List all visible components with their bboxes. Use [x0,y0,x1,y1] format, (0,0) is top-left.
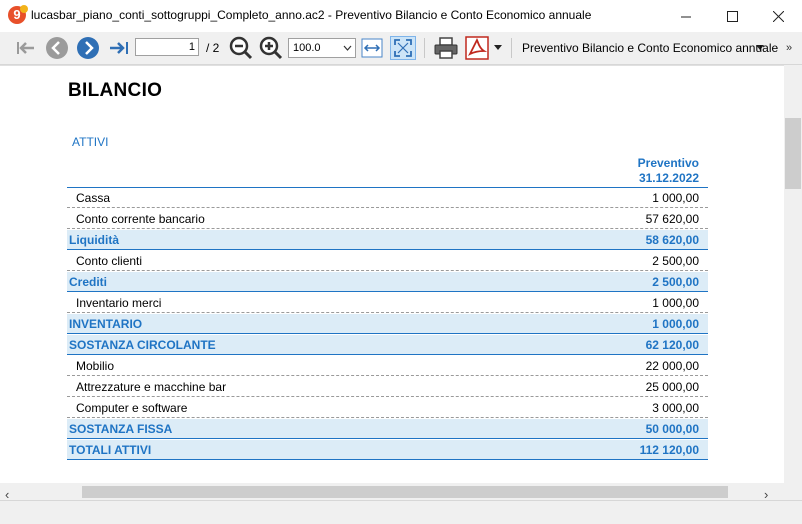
first-page-icon[interactable] [15,36,37,60]
report-selector[interactable]: Preventivo Bilancio e Conto Economico an… [522,41,778,55]
row-value: 1 000,00 [652,190,699,205]
zoom-in-icon[interactable] [258,36,284,60]
column-header: Preventivo 31.12.2022 [560,156,699,186]
row-label: SOSTANZA FISSA [69,421,173,436]
row-label: Conto clienti [76,253,143,268]
row-label: Cassa [76,190,111,205]
row-value: 57 620,00 [645,211,699,226]
minimize-button[interactable] [663,0,709,32]
export-dropdown-icon[interactable] [493,36,503,60]
chevron-down-icon [343,39,352,63]
toolbar-overflow-icon[interactable]: » [780,36,798,60]
row-value: 22 000,00 [645,358,699,373]
vertical-scroll-thumb[interactable] [785,118,801,189]
row-value: 1 000,00 [652,316,699,331]
column-header-date: 31.12.2022 [638,171,699,185]
row-label: Conto corrente bancario [76,211,205,226]
print-icon[interactable] [432,36,460,60]
column-header-label: Preventivo [637,156,699,170]
table-row: TOTALI ATTIVI 112 120,00 [67,440,708,460]
row-value: 50 000,00 [645,421,699,436]
previous-page-icon[interactable] [44,36,70,60]
table-row: Computer e software 3 000,00 [67,398,708,418]
toolbar-separator [424,38,425,58]
zoom-select[interactable]: 100.0 [288,38,356,58]
row-label: Liquidità [69,232,119,247]
table-row: Conto corrente bancario 57 620,00 [67,209,708,229]
table-row: Mobilio 22 000,00 [67,356,708,376]
row-label: Computer e software [76,400,188,415]
row-value: 58 620,00 [645,232,699,247]
table-row: Liquidità 58 620,00 [67,230,708,250]
close-button[interactable] [755,0,801,32]
row-label: INVENTARIO [69,316,143,331]
report-page: BILANCIO ATTIVI Preventivo 31.12.2022 Ca… [0,65,784,484]
table-row: SOSTANZA FISSA 50 000,00 [67,419,708,439]
next-page-icon[interactable] [75,36,101,60]
horizontal-scroll-thumb[interactable] [82,486,728,498]
page-total-label: / 2 [206,41,220,55]
maximize-button[interactable] [709,0,755,32]
row-value: 2 500,00 [652,253,699,268]
zoom-value: 100.0 [293,42,321,54]
zoom-out-icon[interactable] [228,36,254,60]
status-bar [0,500,802,524]
table-row: Inventario merci 1 000,00 [67,293,708,313]
table-row: Crediti 2 500,00 [67,272,708,292]
row-value: 25 000,00 [645,379,699,394]
row-label: Inventario merci [76,295,162,310]
horizontal-scrollbar[interactable] [0,483,784,500]
row-label: TOTALI ATTIVI [69,442,152,457]
row-value: 2 500,00 [652,274,699,289]
table-row: Cassa 1 000,00 [67,188,708,208]
table-row: INVENTARIO 1 000,00 [67,314,708,334]
fit-page-icon[interactable] [390,36,416,60]
row-value: 1 000,00 [652,295,699,310]
row-value: 3 000,00 [652,400,699,415]
vertical-scrollbar[interactable] [784,65,802,483]
window-title: lucasbar_piano_conti_sottogruppi_Complet… [31,8,592,22]
fit-width-icon[interactable] [360,36,384,60]
last-page-icon[interactable] [107,36,131,60]
table-row: Attrezzature e macchine bar 25 000,00 [67,377,708,397]
app-logo-icon: 9 [8,5,28,24]
row-value: 112 120,00 [639,442,699,457]
table-row: SOSTANZA CIRCOLANTE 62 120,00 [67,335,708,355]
row-label: Mobilio [76,358,115,373]
row-label: SOSTANZA CIRCOLANTE [69,337,216,352]
page-number-input[interactable]: 1 [135,38,199,56]
pdf-export-icon[interactable] [464,36,490,60]
row-label: Attrezzature e macchine bar [76,379,227,394]
toolbar-separator [511,38,512,58]
section-heading: ATTIVI [72,135,109,149]
table-row: Conto clienti 2 500,00 [67,251,708,271]
row-value: 62 120,00 [645,337,699,352]
row-label: Crediti [69,274,108,289]
title-bar: 9 lucasbar_piano_conti_sottogruppi_Compl… [0,0,802,33]
report-title: BILANCIO [68,80,163,101]
